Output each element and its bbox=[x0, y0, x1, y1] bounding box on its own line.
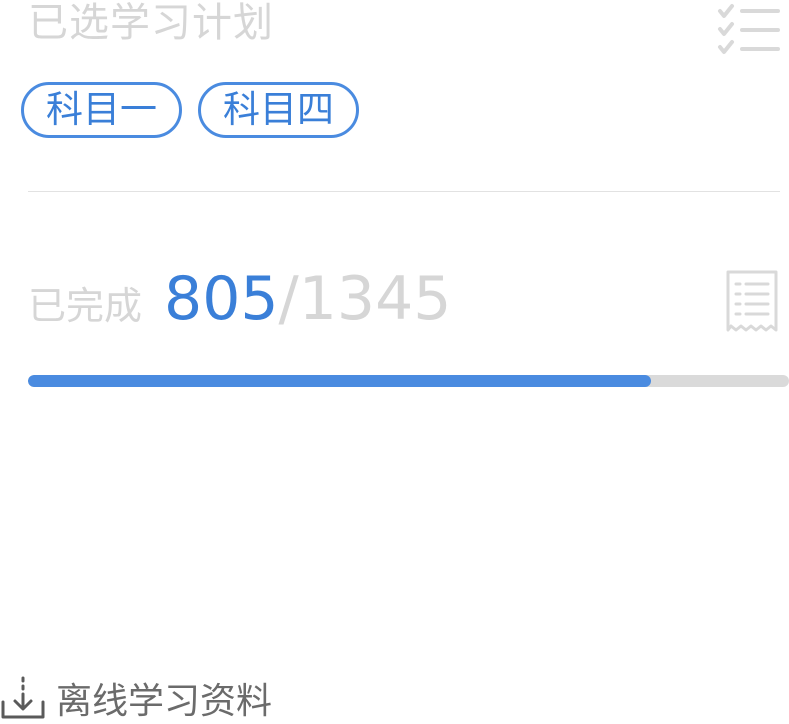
progress-bar bbox=[28, 375, 789, 387]
subject-tags: 科目一 科目四 bbox=[21, 82, 359, 138]
selected-plan-title: 已选学习计划 bbox=[28, 0, 274, 46]
download-icon bbox=[1, 676, 45, 719]
total-count: /1345 bbox=[278, 264, 452, 334]
offline-materials-link[interactable]: 离线学习资料 bbox=[0, 676, 272, 722]
subject-tag-1[interactable]: 科目一 bbox=[21, 82, 182, 138]
divider bbox=[28, 191, 780, 192]
receipt-icon[interactable] bbox=[722, 268, 782, 336]
subject-tag-4[interactable]: 科目四 bbox=[198, 82, 359, 138]
progress-bar-fill bbox=[28, 375, 651, 387]
progress-summary: 已完成 805 /1345 bbox=[28, 264, 451, 336]
checklist-icon[interactable] bbox=[716, 2, 780, 58]
completed-label: 已完成 bbox=[28, 284, 143, 328]
offline-materials-label: 离线学习资料 bbox=[56, 681, 273, 722]
completed-count: 805 bbox=[164, 264, 279, 334]
